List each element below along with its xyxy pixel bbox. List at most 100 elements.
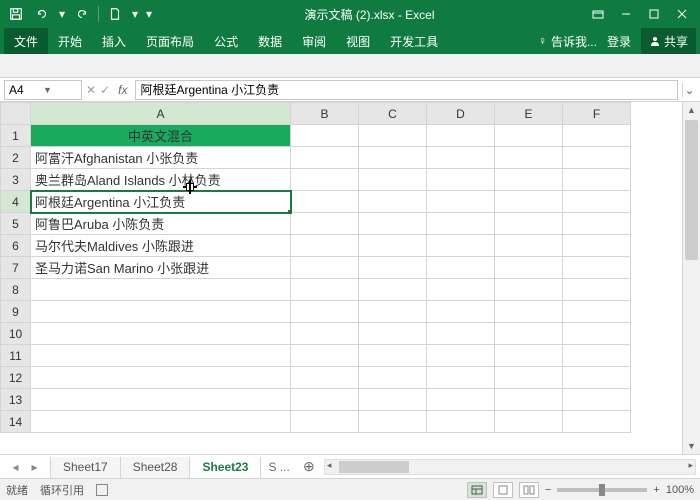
cell-C2[interactable] bbox=[359, 147, 427, 169]
cell-C4[interactable] bbox=[359, 191, 427, 213]
cell-E7[interactable] bbox=[495, 257, 563, 279]
scroll-down-icon[interactable]: ▼ bbox=[683, 438, 700, 454]
cell-A12[interactable] bbox=[31, 367, 291, 389]
cell-D9[interactable] bbox=[427, 301, 495, 323]
name-box[interactable]: A4▼ bbox=[4, 80, 82, 100]
cell-C12[interactable] bbox=[359, 367, 427, 389]
cell-F5[interactable] bbox=[563, 213, 631, 235]
expand-formula-icon[interactable]: ⌄ bbox=[682, 83, 696, 97]
sheet-more[interactable]: S ... bbox=[260, 460, 297, 474]
view-pagebreak-icon[interactable] bbox=[519, 482, 539, 498]
cell-F1[interactable] bbox=[563, 125, 631, 147]
cell-D2[interactable] bbox=[427, 147, 495, 169]
ribbon-options-icon[interactable] bbox=[584, 0, 612, 28]
cell-F10[interactable] bbox=[563, 323, 631, 345]
zoom-in-icon[interactable]: + bbox=[653, 484, 659, 496]
macro-record-icon[interactable] bbox=[96, 484, 108, 496]
cell-E4[interactable] bbox=[495, 191, 563, 213]
cell-C1[interactable] bbox=[359, 125, 427, 147]
tab-home[interactable]: 开始 bbox=[48, 28, 92, 54]
cell-E3[interactable] bbox=[495, 169, 563, 191]
cell-D3[interactable] bbox=[427, 169, 495, 191]
row-header-7[interactable]: 7 bbox=[1, 257, 31, 279]
login-button[interactable]: 登录 bbox=[601, 33, 637, 50]
enter-formula-icon[interactable]: ✓ bbox=[100, 83, 110, 97]
col-header-F[interactable]: F bbox=[563, 103, 631, 125]
col-header-D[interactable]: D bbox=[427, 103, 495, 125]
cell-B4[interactable] bbox=[291, 191, 359, 213]
tab-review[interactable]: 审阅 bbox=[292, 28, 336, 54]
cell-F2[interactable] bbox=[563, 147, 631, 169]
cell-E9[interactable] bbox=[495, 301, 563, 323]
sheet-nav-next-icon[interactable]: ▸ bbox=[31, 460, 37, 474]
cell-B2[interactable] bbox=[291, 147, 359, 169]
cell-C10[interactable] bbox=[359, 323, 427, 345]
cell-E11[interactable] bbox=[495, 345, 563, 367]
cell-C5[interactable] bbox=[359, 213, 427, 235]
zoom-slider[interactable] bbox=[557, 488, 647, 492]
select-all-corner[interactable] bbox=[1, 103, 31, 125]
undo-more-icon[interactable]: ▾ bbox=[56, 3, 68, 25]
cell-C14[interactable] bbox=[359, 411, 427, 433]
cell-F6[interactable] bbox=[563, 235, 631, 257]
cell-A11[interactable] bbox=[31, 345, 291, 367]
cell-C3[interactable] bbox=[359, 169, 427, 191]
cell-E6[interactable] bbox=[495, 235, 563, 257]
minimize-icon[interactable] bbox=[612, 0, 640, 28]
cell-E1[interactable] bbox=[495, 125, 563, 147]
spreadsheet-grid[interactable]: ABCDEF1中英文混合2阿富汗Afghanistan 小张负责3奥兰群岛Ala… bbox=[0, 102, 682, 454]
cell-B10[interactable] bbox=[291, 323, 359, 345]
col-header-A[interactable]: A bbox=[31, 103, 291, 125]
zoom-out-icon[interactable]: − bbox=[545, 484, 551, 496]
col-header-B[interactable]: B bbox=[291, 103, 359, 125]
cell-E8[interactable] bbox=[495, 279, 563, 301]
tell-me[interactable]: 告诉我... bbox=[551, 33, 597, 50]
undo-icon[interactable] bbox=[30, 3, 54, 25]
cell-D12[interactable] bbox=[427, 367, 495, 389]
horizontal-scrollbar[interactable]: ◂ ▸ bbox=[324, 459, 696, 475]
cell-D5[interactable] bbox=[427, 213, 495, 235]
maximize-icon[interactable] bbox=[640, 0, 668, 28]
row-header-5[interactable]: 5 bbox=[1, 213, 31, 235]
row-header-6[interactable]: 6 bbox=[1, 235, 31, 257]
cell-A9[interactable] bbox=[31, 301, 291, 323]
row-header-1[interactable]: 1 bbox=[1, 125, 31, 147]
cell-F3[interactable] bbox=[563, 169, 631, 191]
cell-B12[interactable] bbox=[291, 367, 359, 389]
cell-F8[interactable] bbox=[563, 279, 631, 301]
cell-C8[interactable] bbox=[359, 279, 427, 301]
formula-bar[interactable]: 阿根廷Argentina 小江负责 bbox=[135, 80, 678, 100]
cell-E5[interactable] bbox=[495, 213, 563, 235]
scroll-thumb[interactable] bbox=[685, 120, 698, 260]
cell-B6[interactable] bbox=[291, 235, 359, 257]
row-header-4[interactable]: 4 bbox=[1, 191, 31, 213]
cell-B8[interactable] bbox=[291, 279, 359, 301]
cell-A6[interactable]: 马尔代夫Maldives 小陈跟进 bbox=[31, 235, 291, 257]
cell-A2[interactable]: 阿富汗Afghanistan 小张负责 bbox=[31, 147, 291, 169]
cell-D7[interactable] bbox=[427, 257, 495, 279]
cell-F7[interactable] bbox=[563, 257, 631, 279]
cell-C13[interactable] bbox=[359, 389, 427, 411]
cell-D4[interactable] bbox=[427, 191, 495, 213]
cell-F11[interactable] bbox=[563, 345, 631, 367]
sheet-tab-Sheet23[interactable]: Sheet23 bbox=[189, 457, 261, 479]
save-icon[interactable] bbox=[4, 3, 28, 25]
cell-A7[interactable]: 圣马力诺San Marino 小张跟进 bbox=[31, 257, 291, 279]
cell-B3[interactable] bbox=[291, 169, 359, 191]
row-header-10[interactable]: 10 bbox=[1, 323, 31, 345]
cell-F14[interactable] bbox=[563, 411, 631, 433]
col-header-E[interactable]: E bbox=[495, 103, 563, 125]
cell-E12[interactable] bbox=[495, 367, 563, 389]
cell-B1[interactable] bbox=[291, 125, 359, 147]
fill-handle[interactable] bbox=[287, 209, 291, 213]
close-icon[interactable] bbox=[668, 0, 696, 28]
cell-F4[interactable] bbox=[563, 191, 631, 213]
scroll-up-icon[interactable]: ▲ bbox=[683, 102, 700, 118]
cell-E2[interactable] bbox=[495, 147, 563, 169]
tab-formulas[interactable]: 公式 bbox=[204, 28, 248, 54]
cancel-formula-icon[interactable]: ✕ bbox=[86, 83, 96, 97]
redo-icon[interactable] bbox=[70, 3, 94, 25]
vertical-scrollbar[interactable]: ▲ ▼ bbox=[682, 102, 700, 454]
cell-D14[interactable] bbox=[427, 411, 495, 433]
cell-A1[interactable]: 中英文混合 bbox=[31, 125, 291, 147]
